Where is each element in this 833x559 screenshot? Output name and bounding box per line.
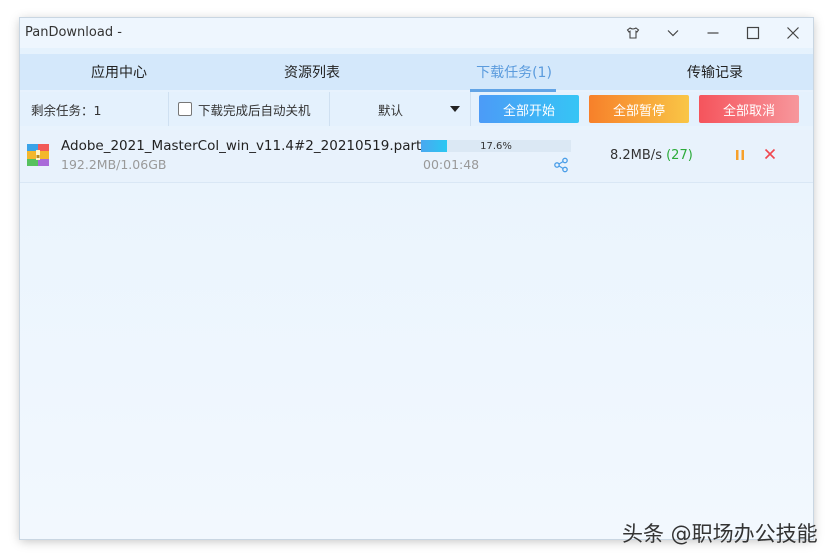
toolbar-divider — [470, 92, 471, 126]
title-bar[interactable]: PanDownload - — [20, 18, 813, 48]
progress-percent: 17.6% — [480, 140, 512, 152]
skin-shirt-icon[interactable] — [617, 21, 649, 45]
priority-select[interactable]: 默认 — [330, 92, 470, 126]
connection-count: (27) — [666, 148, 693, 163]
share-icon[interactable] — [553, 157, 569, 173]
tab-bar: 应用中心 资源列表 下载任务(1) 传输记录 — [20, 54, 813, 90]
start-all-button[interactable]: 全部开始 — [479, 95, 579, 123]
elapsed-time: 00:01:48 — [423, 157, 480, 172]
download-speed: 8.2MB/s (27) — [610, 148, 693, 163]
tab-resource-list[interactable]: 资源列表 — [213, 54, 411, 90]
chevron-down-icon[interactable] — [657, 21, 689, 45]
speed-value: 8.2MB/s — [610, 148, 662, 163]
file-size: 192.2MB/1.06GB — [61, 157, 167, 172]
maximize-icon[interactable] — [737, 21, 769, 45]
tab-transfer-records[interactable]: 传输记录 — [616, 54, 813, 90]
download-toolbar: 剩余任务：1 下载完成后自动关机 默认 全部开始 全部暂停 全部取消 — [20, 92, 813, 126]
minimize-icon[interactable] — [697, 21, 729, 45]
window-title: PanDownload - — [25, 25, 122, 40]
priority-select-value: 默认 — [378, 102, 404, 118]
auto-shutdown-label: 下载完成后自动关机 — [198, 102, 311, 118]
file-name: Adobe_2021_MasterCol_win_v11.4#2_2021051… — [61, 138, 443, 154]
tab-app-center[interactable]: 应用中心 — [20, 54, 218, 90]
watermark-text: 头条 @职场办公技能 — [622, 522, 818, 546]
app-window: PanDownload - 应用中心 资源列表 下载任务(1) 传输记录 剩余任… — [20, 18, 813, 539]
pause-all-button[interactable]: 全部暂停 — [589, 95, 689, 123]
remaining-tasks-label: 剩余任务：1 — [31, 102, 102, 118]
cancel-all-button[interactable]: 全部取消 — [699, 95, 799, 123]
cancel-download-icon[interactable] — [763, 147, 777, 161]
download-row[interactable]: Adobe_2021_MasterCol_win_v11.4#2_2021051… — [20, 130, 813, 183]
tab-download-tasks[interactable]: 下载任务(1) — [415, 54, 613, 90]
toolbar-divider — [168, 92, 169, 126]
pause-icon[interactable] — [733, 148, 747, 162]
auto-shutdown-checkbox[interactable] — [178, 102, 192, 116]
dropdown-arrow-icon — [450, 106, 460, 112]
archive-file-icon — [27, 144, 49, 166]
download-progress-bar: 17.6% — [421, 140, 571, 152]
auto-shutdown-option[interactable]: 下载完成后自动关机 — [178, 92, 311, 126]
close-icon[interactable] — [777, 21, 809, 45]
